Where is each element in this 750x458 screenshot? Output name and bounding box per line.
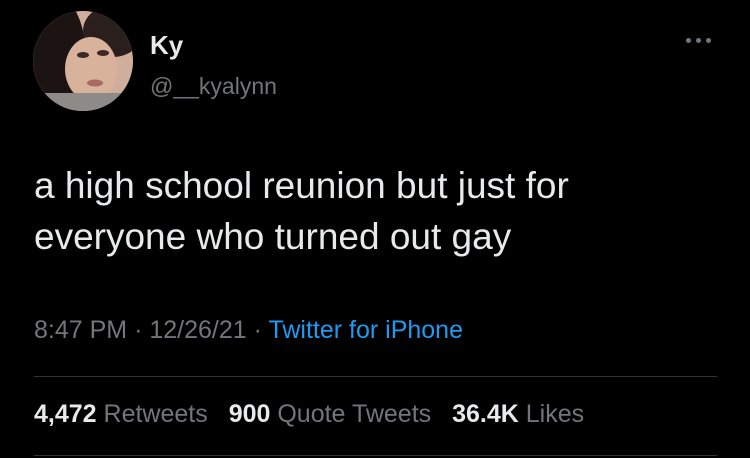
tweet-date[interactable]: 12/26/21	[149, 316, 246, 344]
likes-count: 36.4K	[452, 400, 519, 428]
divider	[34, 455, 717, 456]
tweet-text: a high school reunion but just for every…	[34, 165, 569, 257]
display-name[interactable]: Ky	[150, 30, 183, 61]
meta-separator: ·	[134, 316, 143, 344]
avatar-image	[33, 11, 133, 111]
tweet-source-link[interactable]: Twitter for iPhone	[268, 316, 463, 344]
quote-tweets-label: Quote Tweets	[277, 400, 432, 428]
more-options-icon[interactable]	[682, 30, 716, 50]
likes-label: Likes	[525, 400, 585, 428]
avatar[interactable]	[33, 11, 133, 111]
likes-stat[interactable]: 36.4K Likes	[452, 400, 584, 428]
tweet: Ky @__kyalynn a high school reunion but …	[0, 0, 750, 458]
tweet-meta: 8:47 PM · 12/26/21 · Twitter for iPhone	[34, 316, 463, 345]
quote-tweets-count: 900	[228, 400, 271, 428]
user-handle[interactable]: @__kyalynn	[150, 73, 277, 100]
retweets-count: 4,472	[34, 400, 97, 428]
retweets-label: Retweets	[103, 400, 208, 428]
meta-separator: ·	[253, 316, 262, 344]
tweet-stats: 4,472 Retweets 900 Quote Tweets 36.4K Li…	[34, 400, 598, 429]
quote-tweets-stat[interactable]: 900 Quote Tweets	[229, 400, 431, 428]
tweet-time[interactable]: 8:47 PM	[34, 316, 127, 344]
retweets-stat[interactable]: 4,472 Retweets	[34, 400, 208, 428]
divider	[34, 376, 717, 377]
